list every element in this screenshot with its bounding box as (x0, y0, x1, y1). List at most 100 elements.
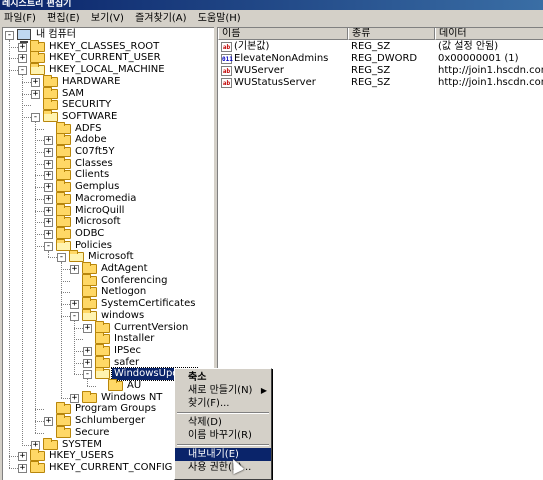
expand-icon[interactable]: + (44, 194, 53, 204)
expand-icon[interactable]: + (31, 89, 40, 99)
value-row[interactable]: ab WUServer REG_SZ http://join1.hscdn.com (218, 65, 543, 77)
tree-connector (61, 397, 70, 399)
menu-edit[interactable]: 편집(E) (43, 10, 84, 27)
expand-icon[interactable]: + (44, 229, 53, 239)
collapse-icon[interactable]: - (57, 253, 66, 263)
collapse-icon[interactable]: - (18, 66, 27, 76)
tree-node-label[interactable]: SYSTEM (60, 439, 104, 451)
expand-icon[interactable]: + (18, 42, 27, 52)
context-menu-item[interactable]: 이름 바꾸기(R) (175, 429, 271, 442)
tree-node[interactable]: + SAM (3, 86, 214, 100)
open-folder-icon (69, 250, 84, 263)
collapse-icon[interactable]: - (83, 370, 92, 380)
expand-icon[interactable]: + (44, 171, 53, 181)
tree-node-label[interactable]: Adobe (73, 134, 109, 146)
context-menu-item[interactable]: 새로 만들기(N) ▶ (175, 384, 271, 397)
tree-node-label[interactable]: Netlogon (99, 286, 148, 298)
tree-node-label[interactable]: Microsoft (86, 251, 136, 263)
tree-node-label[interactable]: HKEY_LOCAL_MACHINE (47, 64, 167, 76)
tree-node-label[interactable]: Policies (73, 240, 114, 252)
value-row[interactable]: ab WUStatusServer REG_SZ http://join1.hscdn… (218, 77, 543, 89)
expand-icon[interactable]: + (31, 440, 40, 450)
expand-icon[interactable]: + (18, 54, 27, 64)
folder-icon (56, 156, 71, 169)
tree-node[interactable]: - HKEY_LOCAL_MACHINE (3, 63, 214, 76)
tree-node-label[interactable]: SOFTWARE (60, 111, 119, 123)
expand-icon[interactable]: + (18, 452, 27, 462)
folder-icon (56, 180, 71, 193)
expand-icon[interactable]: + (31, 77, 40, 87)
tree-node-label[interactable]: Program Groups (73, 403, 158, 415)
context-menu-item[interactable]: 축소 (175, 371, 271, 384)
expand-icon[interactable]: + (44, 183, 53, 193)
value-row[interactable]: ab (기본값) REG_SZ (값 설정 안됨) (218, 41, 543, 53)
tree-node-label[interactable]: HKEY_USERS (47, 450, 116, 462)
expand-icon[interactable]: + (70, 300, 79, 310)
tree-node-label[interactable]: Conferencing (99, 275, 169, 287)
tree-node-label[interactable]: C07ft5Y (73, 146, 116, 158)
tree-node[interactable]: + HARDWARE (3, 74, 214, 88)
menu-favorites[interactable]: 즐겨찾기(A) (131, 10, 190, 27)
context-menu-item[interactable]: 내보내기(E) (175, 448, 271, 461)
tree-node[interactable]: SECURITY (3, 98, 214, 111)
tree-node-label[interactable]: CurrentVersion (112, 322, 190, 334)
tree-node-label[interactable]: ODBC (73, 228, 106, 240)
tree-node-label[interactable]: SystemCertificates (99, 298, 197, 310)
tree-node-label[interactable]: Windows NT (99, 392, 164, 404)
tree-node-label[interactable]: HKEY_CURRENT_USER (47, 52, 163, 64)
menu-view[interactable]: 보기(V) (87, 10, 128, 27)
expand-icon[interactable]: + (83, 358, 92, 368)
tree-node-label[interactable]: Installer (112, 333, 156, 345)
tree-node-label[interactable]: SECURITY (60, 99, 113, 111)
tree-node-label[interactable]: Classes (73, 158, 115, 170)
collapse-icon[interactable]: - (31, 112, 40, 122)
value-row[interactable]: 011 ElevateNonAdmins REG_DWORD 0x00000001 (… (218, 53, 543, 65)
expand-icon[interactable]: + (44, 148, 53, 157)
expand-icon[interactable]: + (44, 159, 53, 169)
menu-help[interactable]: 도움말(H) (194, 10, 245, 27)
expand-icon[interactable]: + (83, 323, 92, 333)
context-menu-item[interactable]: 삭제(D) (175, 416, 271, 429)
context-menu-item-label: 이름 바꾸기(R) (188, 430, 252, 441)
tree-guide-line (9, 40, 10, 468)
menu-file[interactable]: 파일(F) (0, 10, 40, 27)
collapse-icon[interactable]: - (70, 311, 79, 321)
collapse-icon[interactable]: - (5, 31, 14, 40)
context-menu-item[interactable]: 사용 권한(P)... (175, 461, 271, 474)
tree-node-label[interactable]: SAM (60, 88, 86, 100)
tree-node-label[interactable]: Gemplus (73, 181, 121, 193)
expand-icon[interactable]: + (44, 206, 53, 216)
column-data-header[interactable]: 데이터 (435, 28, 543, 40)
tree-node-label[interactable]: HKEY_CURRENT_CONFIG (47, 462, 174, 474)
tree-node-label[interactable]: Schlumberger (73, 415, 147, 427)
tree-node-label[interactable]: Clients (73, 169, 111, 181)
column-name-header[interactable]: 이름 (218, 28, 348, 40)
tree-node-label[interactable]: 내 컴퓨터 (34, 29, 78, 41)
tree-guide-line (74, 320, 75, 375)
expand-icon[interactable]: + (83, 346, 92, 356)
tree-node-label[interactable]: windows (99, 310, 146, 322)
expand-icon[interactable]: + (70, 393, 79, 403)
expand-icon[interactable]: + (44, 417, 53, 427)
tree-node-label[interactable]: Secure (73, 427, 111, 439)
folder-icon (56, 402, 71, 415)
tree-node-label[interactable]: AU (125, 380, 143, 392)
tree-node-label[interactable]: Microsoft (73, 216, 123, 228)
collapse-icon[interactable]: - (44, 241, 53, 251)
tree-node-label[interactable]: MicroQuill (73, 205, 126, 217)
context-menu-item[interactable]: 찾기(F)... (175, 397, 271, 410)
expand-icon[interactable]: + (44, 136, 53, 146)
tree-node-label[interactable]: ADFS (73, 123, 103, 135)
expand-icon[interactable]: + (44, 218, 53, 228)
tree-node-label[interactable]: safer (112, 357, 141, 369)
tree-node-label[interactable]: Macromedia (73, 193, 138, 205)
expand-icon[interactable]: + (70, 265, 79, 274)
expand-icon[interactable]: + (18, 463, 27, 473)
tree-node-label[interactable]: IPSec (112, 345, 143, 357)
tree-connector (22, 105, 31, 107)
tree-node-label[interactable]: HARDWARE (60, 76, 122, 88)
tree-node-label[interactable]: HKEY_CLASSES_ROOT (47, 41, 161, 53)
column-type-header[interactable]: 종류 (348, 28, 435, 40)
tree-node-label[interactable]: AdtAgent (99, 263, 150, 275)
context-menu: 축소 새로 만들기(N) ▶ 찾기(F)... 삭제(D) 이름 바꾸기(R) 내보내기(E… (174, 368, 272, 480)
